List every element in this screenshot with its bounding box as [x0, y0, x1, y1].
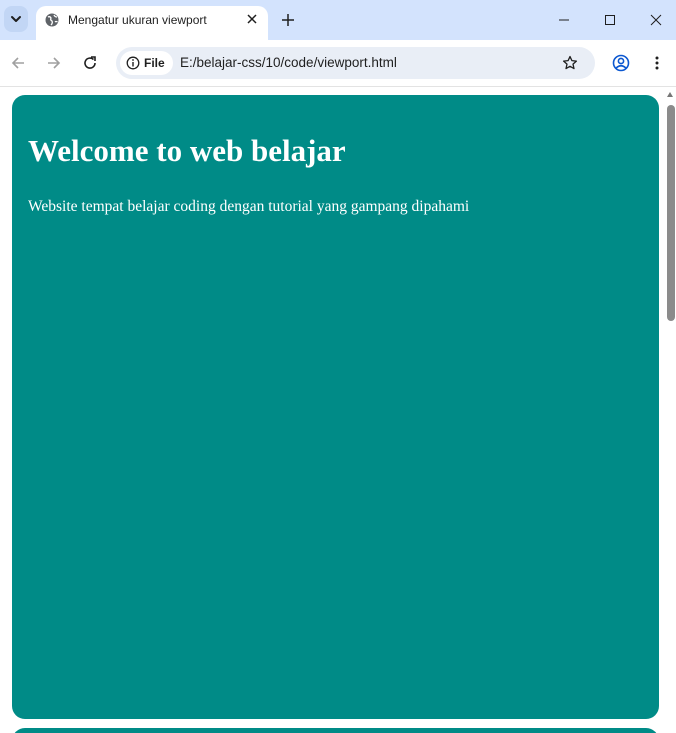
scroll-up-arrow-icon[interactable] — [667, 92, 673, 97]
tab-close-button[interactable] — [244, 11, 260, 27]
close-icon — [247, 14, 257, 24]
menu-button[interactable] — [647, 53, 667, 73]
star-icon — [562, 55, 578, 70]
close-window-button[interactable] — [644, 8, 668, 32]
forward-arrow-icon — [48, 57, 61, 69]
page-viewport: Welcome to web belajar Website tempat be… — [0, 87, 676, 733]
back-arrow-icon — [11, 57, 24, 69]
address-bar[interactable]: File E:/belajar-css/10/code/viewport.htm… — [116, 47, 595, 79]
kebab-menu-icon — [655, 56, 659, 70]
reload-button[interactable] — [80, 53, 100, 73]
chevron-down-icon — [11, 16, 21, 22]
site-info-chip[interactable]: File — [120, 51, 173, 75]
vertical-scrollbar[interactable] — [664, 87, 676, 733]
new-tab-button[interactable] — [278, 10, 298, 30]
page-description: Website tempat belajar coding dengan tut… — [28, 198, 470, 215]
back-button[interactable] — [8, 53, 28, 73]
profile-button[interactable] — [611, 53, 631, 73]
second-card — [12, 728, 659, 733]
browser-title-bar: Mengatur ukuran viewport — [0, 0, 676, 40]
globe-icon — [45, 13, 59, 27]
browser-toolbar: File E:/belajar-css/10/code/viewport.htm… — [0, 40, 676, 87]
reload-icon — [84, 56, 96, 69]
info-icon — [126, 56, 140, 70]
url-text[interactable]: E:/belajar-css/10/code/viewport.html — [180, 55, 397, 70]
minimize-button[interactable] — [552, 8, 576, 32]
hero-card: Welcome to web belajar Website tempat be… — [12, 95, 659, 719]
bookmark-button[interactable] — [560, 53, 580, 73]
close-window-icon — [650, 14, 662, 26]
tab-search-button[interactable] — [4, 6, 28, 32]
tab-title: Mengatur ukuran viewport — [68, 13, 207, 27]
page-heading: Welcome to web belajar — [28, 133, 346, 168]
minimize-icon — [559, 19, 569, 21]
browser-tab[interactable]: Mengatur ukuran viewport — [36, 6, 268, 40]
maximize-icon — [605, 15, 615, 25]
forward-button[interactable] — [44, 53, 64, 73]
profile-icon — [612, 54, 630, 72]
maximize-button[interactable] — [598, 8, 622, 32]
scrollbar-thumb[interactable] — [667, 105, 675, 321]
plus-icon — [282, 14, 294, 26]
site-info-label: File — [144, 56, 165, 70]
